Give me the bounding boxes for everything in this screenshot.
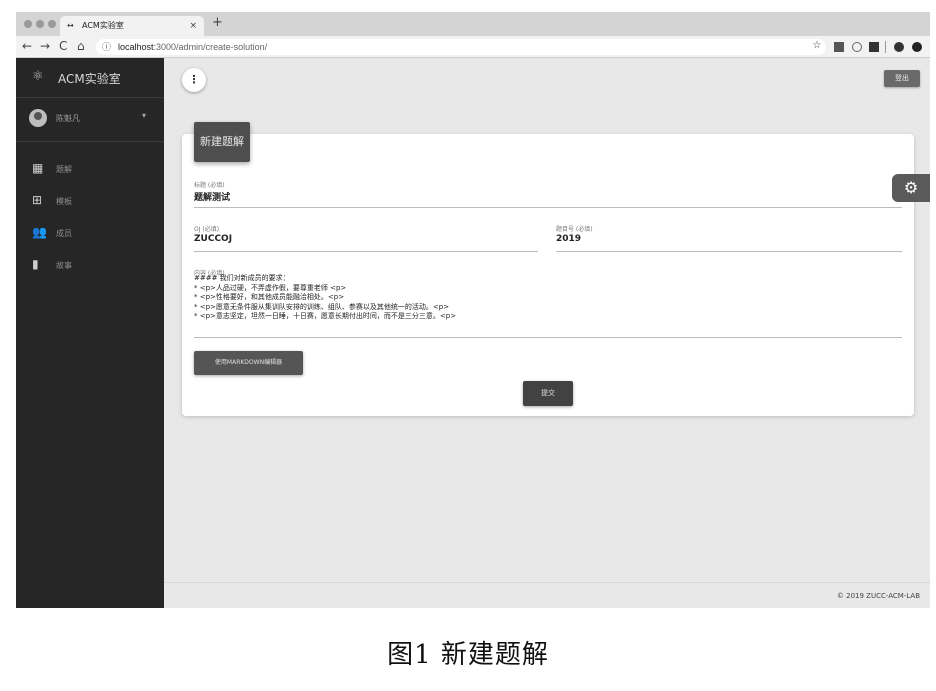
content-line: #### 我们对新成员的要求：	[194, 274, 290, 282]
logout-button[interactable]: 登出	[884, 70, 920, 87]
profile-icon[interactable]	[894, 42, 904, 52]
info-icon[interactable]: ⓘ	[102, 39, 111, 55]
app: ⚛ ACM实验室 陈魁凡 ▾ ▦ 题解 ⊞ 模板 👥 成员 ▮ 故事 ⋮ 登出 …	[16, 58, 930, 608]
submit-button[interactable]: 提交	[523, 381, 573, 406]
react-icon: ↔	[67, 21, 74, 30]
extension-icon[interactable]	[869, 42, 879, 52]
extension-icon[interactable]	[834, 42, 844, 52]
content-line: * <p>意志坚定，坦然一日睡，十日赛，愿意长期付出时间，而不是三分三意。<p>	[194, 312, 457, 320]
home-icon[interactable]: ⌂	[77, 39, 85, 53]
tab-close-icon[interactable]: ×	[189, 16, 197, 36]
book-icon: ▮	[32, 257, 39, 271]
grid-icon: ⊞	[32, 193, 43, 207]
figure-caption: 图1 新建题解	[387, 640, 549, 670]
address-host: localhost	[118, 42, 154, 52]
title-input[interactable]: 题解测试	[194, 190, 230, 203]
extension-icon[interactable]	[852, 42, 862, 52]
maximize-window-dot[interactable]	[48, 20, 56, 28]
back-icon[interactable]: ←	[22, 39, 32, 53]
card-title: 新建题解	[194, 122, 250, 162]
chevron-down-icon[interactable]: ▾	[142, 111, 146, 120]
content-line: * <p>人品过硬，不弄虚作假，要尊重老师 <p>	[194, 283, 347, 292]
close-window-dot[interactable]	[24, 20, 32, 28]
content-textarea[interactable]: #### 我们对新成员的要求： * <p>人品过硬，不弄虚作假，要尊重老师 <p…	[194, 274, 902, 337]
avatar	[29, 109, 47, 127]
dashboard-icon: ▦	[32, 161, 44, 175]
user-name: 陈魁凡	[56, 114, 80, 123]
footer: © 2019 ZUCC-ACM-LAB	[164, 582, 930, 608]
content-line: * <p>愿意无条件服从集训队安排的训练、组队、参赛以及其他统一的活动。<p>	[194, 302, 450, 311]
brand-name: ACM实验室	[58, 72, 121, 86]
menu-icon[interactable]	[912, 42, 922, 52]
address-path: :3000/admin/create-solution/	[153, 42, 268, 52]
toolbar-divider	[885, 41, 886, 53]
people-icon: 👥	[32, 225, 47, 239]
gear-icon[interactable]: ⚙	[892, 174, 930, 202]
forward-icon[interactable]: →	[40, 39, 50, 53]
sidebar-item-solutions[interactable]: ▦ 题解	[16, 156, 164, 182]
sidebar-item-label: 模板	[56, 197, 72, 206]
problem-number-input[interactable]: 2019	[556, 234, 581, 244]
content-line: * <p>性格要好，和其他成员能融洽相处。<p>	[194, 293, 345, 301]
title-label: 标题 (必填)	[194, 182, 225, 189]
sidebar-item-label: 故事	[56, 261, 72, 270]
markdown-editor-button[interactable]: 使用MARKDOWN编辑器	[194, 351, 303, 375]
tab-bar: ↔ ACM实验室 × +	[16, 12, 930, 36]
more-menu-button[interactable]: ⋮	[182, 68, 206, 92]
address-bar[interactable]: ⓘ localhost:3000/admin/create-solution/	[96, 39, 826, 55]
oj-input[interactable]: ZUCCOJ	[194, 234, 232, 244]
content-field[interactable]: 内容 (必填) #### 我们对新成员的要求： * <p>人品过硬，不弄虚作假，…	[194, 268, 902, 338]
create-solution-card: 新建题解 标题 (必填) 题解测试 OJ (必填) ZUCCOJ 题目号 (必填…	[182, 122, 914, 416]
sidebar-item-templates[interactable]: ⊞ 模板	[16, 188, 164, 214]
browser-tab[interactable]: ↔ ACM实验室 ×	[60, 16, 204, 36]
title-field[interactable]: 标题 (必填) 题解测试	[194, 180, 902, 208]
new-tab-icon[interactable]: +	[212, 15, 223, 30]
sidebar-item-label: 题解	[56, 165, 72, 174]
sidebar-item-label: 成员	[56, 229, 72, 238]
sidebar-item-members[interactable]: 👥 成员	[16, 220, 164, 246]
problem-number-field[interactable]: 题目号 (必填) 2019	[556, 224, 902, 252]
minimize-window-dot[interactable]	[36, 20, 44, 28]
sidebar-item-stories[interactable]: ▮ 故事	[16, 252, 164, 278]
main-content: ⋮ 登出 新建题解 标题 (必填) 题解测试 OJ (必填) ZUCCOJ 题目…	[164, 58, 930, 608]
user-profile[interactable]: 陈魁凡 ▾	[16, 98, 164, 142]
problem-number-label: 题目号 (必填)	[556, 226, 593, 233]
tab-title: ACM实验室	[82, 21, 124, 30]
sidebar-brand[interactable]: ⚛ ACM实验室	[16, 58, 164, 98]
bookmark-star-icon[interactable]: ☆	[812, 40, 822, 52]
sidebar: ⚛ ACM实验室 陈魁凡 ▾ ▦ 题解 ⊞ 模板 👥 成员 ▮ 故事	[16, 58, 164, 608]
oj-field[interactable]: OJ (必填) ZUCCOJ	[194, 224, 538, 252]
copyright-text: © 2019 ZUCC-ACM-LAB	[836, 592, 920, 600]
browser-window: ↔ ACM实验室 × + ← → C ⌂ ⓘ localhost:3000/ad…	[16, 12, 930, 608]
reload-icon[interactable]: C	[59, 39, 67, 53]
react-logo-icon: ⚛	[32, 69, 44, 84]
browser-toolbar: ← → C ⌂ ⓘ localhost:3000/admin/create-so…	[16, 36, 930, 58]
oj-label: OJ (必填)	[194, 226, 220, 233]
